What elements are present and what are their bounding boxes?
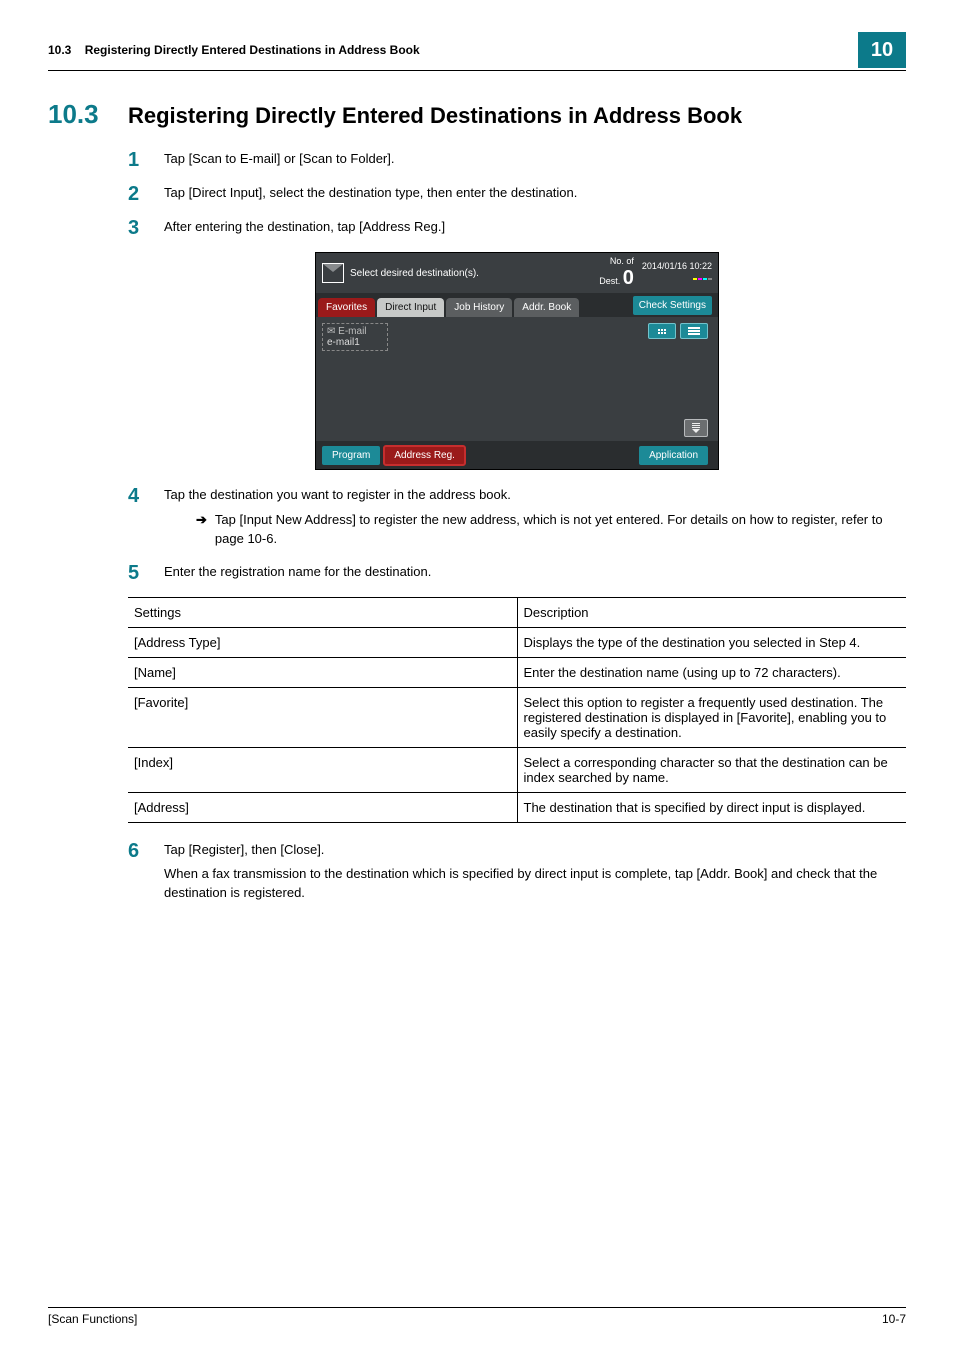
table-header-description: Description — [517, 597, 906, 627]
step-number: 6 — [128, 841, 152, 861]
program-button[interactable]: Program — [322, 446, 380, 465]
footer-left: [Scan Functions] — [48, 1312, 137, 1326]
table-row: [Name]Enter the destination name (using … — [128, 657, 906, 687]
check-settings-button[interactable]: Check Settings — [633, 296, 712, 315]
step-text: After entering the destination, tap [Add… — [164, 218, 906, 237]
step-number: 4 — [128, 486, 152, 506]
destination-chip-name: e-mail1 — [327, 337, 360, 348]
table-cell-desc: Select a corresponding character so that… — [517, 747, 906, 792]
destination-chip[interactable]: ✉ E-mail e-mail1 — [322, 323, 388, 351]
tab-direct-input[interactable]: Direct Input — [377, 298, 444, 317]
chapter-badge: 10 — [858, 32, 906, 68]
page-down-button[interactable] — [684, 419, 708, 437]
step-text: Enter the registration name for the dest… — [164, 563, 906, 582]
step-5: 5 Enter the registration name for the de… — [128, 563, 906, 583]
table-cell-desc: Displays the type of the destination you… — [517, 627, 906, 657]
step-text: Tap [Scan to E-mail] or [Scan to Folder]… — [164, 150, 906, 169]
table-cell-setting: [Name] — [128, 657, 517, 687]
running-head-section: 10.3 — [48, 43, 71, 57]
mail-icon — [322, 263, 344, 283]
step-text: Tap the destination you want to register… — [164, 487, 511, 502]
running-head: 10.3 Registering Directly Entered Destin… — [48, 32, 906, 68]
tab-addr-book[interactable]: Addr. Book — [514, 298, 579, 317]
substep-text: Tap [Input New Address] to register the … — [215, 511, 906, 549]
step-number: 5 — [128, 563, 152, 583]
dest-count-value: 0 — [623, 267, 634, 289]
footer-right: 10-7 — [882, 1312, 906, 1326]
step-number: 2 — [128, 184, 152, 204]
step-1: 1 Tap [Scan to E-mail] or [Scan to Folde… — [128, 150, 906, 170]
running-head-rule — [48, 70, 906, 71]
step-number: 1 — [128, 150, 152, 170]
address-reg-button[interactable]: Address Reg. — [384, 446, 465, 465]
running-head-text: 10.3 Registering Directly Entered Destin… — [48, 43, 850, 57]
application-button[interactable]: Application — [639, 446, 708, 465]
table-row: [Favorite]Select this option to register… — [128, 687, 906, 747]
table-header-settings: Settings — [128, 597, 517, 627]
running-head-title: Registering Directly Entered Destination… — [85, 43, 420, 57]
arrow-icon: ➔ — [196, 511, 207, 530]
view-list-button[interactable] — [680, 323, 708, 339]
table-row: [Address Type]Displays the type of the d… — [128, 627, 906, 657]
section-number: 10.3 — [48, 99, 128, 130]
page-footer: [Scan Functions] 10-7 — [48, 1307, 906, 1326]
step-4-substep: ➔ Tap [Input New Address] to register th… — [196, 511, 906, 549]
settings-table: Settings Description [Address Type]Displ… — [128, 597, 906, 823]
table-cell-desc: Select this option to register a frequen… — [517, 687, 906, 747]
tab-job-history[interactable]: Job History — [446, 298, 512, 317]
table-row: [Index]Select a corresponding character … — [128, 747, 906, 792]
toner-level-icon — [642, 274, 712, 284]
table-cell-setting: [Address] — [128, 792, 517, 822]
screenshot-datetime: 2014/01/16 10:22 — [642, 261, 712, 271]
destination-chip-type: ✉ E-mail — [327, 326, 367, 337]
step-6: 6 Tap [Register], then [Close]. When a f… — [128, 841, 906, 904]
step-text: Tap [Direct Input], select the destinati… — [164, 184, 906, 203]
table-cell-setting: [Index] — [128, 747, 517, 792]
step-2: 2 Tap [Direct Input], select the destina… — [128, 184, 906, 204]
section-title: Registering Directly Entered Destination… — [128, 103, 742, 129]
table-cell-desc: Enter the destination name (using up to … — [517, 657, 906, 687]
table-cell-desc: The destination that is specified by dir… — [517, 792, 906, 822]
screenshot-prompt: Select desired destination(s). — [350, 268, 599, 279]
step-3: 3 After entering the destination, tap [A… — [128, 218, 906, 238]
tab-favorites[interactable]: Favorites — [318, 298, 375, 317]
section-heading: 10.3 Registering Directly Entered Destin… — [48, 99, 906, 130]
device-screenshot: Select desired destination(s). No. of De… — [315, 252, 719, 470]
step-6-note: When a fax transmission to the destinati… — [164, 865, 906, 903]
table-row: [Address]The destination that is specifi… — [128, 792, 906, 822]
view-grid-button[interactable] — [648, 323, 676, 339]
step-4: 4 Tap the destination you want to regist… — [128, 486, 906, 549]
table-cell-setting: [Favorite] — [128, 687, 517, 747]
table-cell-setting: [Address Type] — [128, 627, 517, 657]
step-number: 3 — [128, 218, 152, 238]
step-text: Tap [Register], then [Close]. — [164, 842, 324, 857]
